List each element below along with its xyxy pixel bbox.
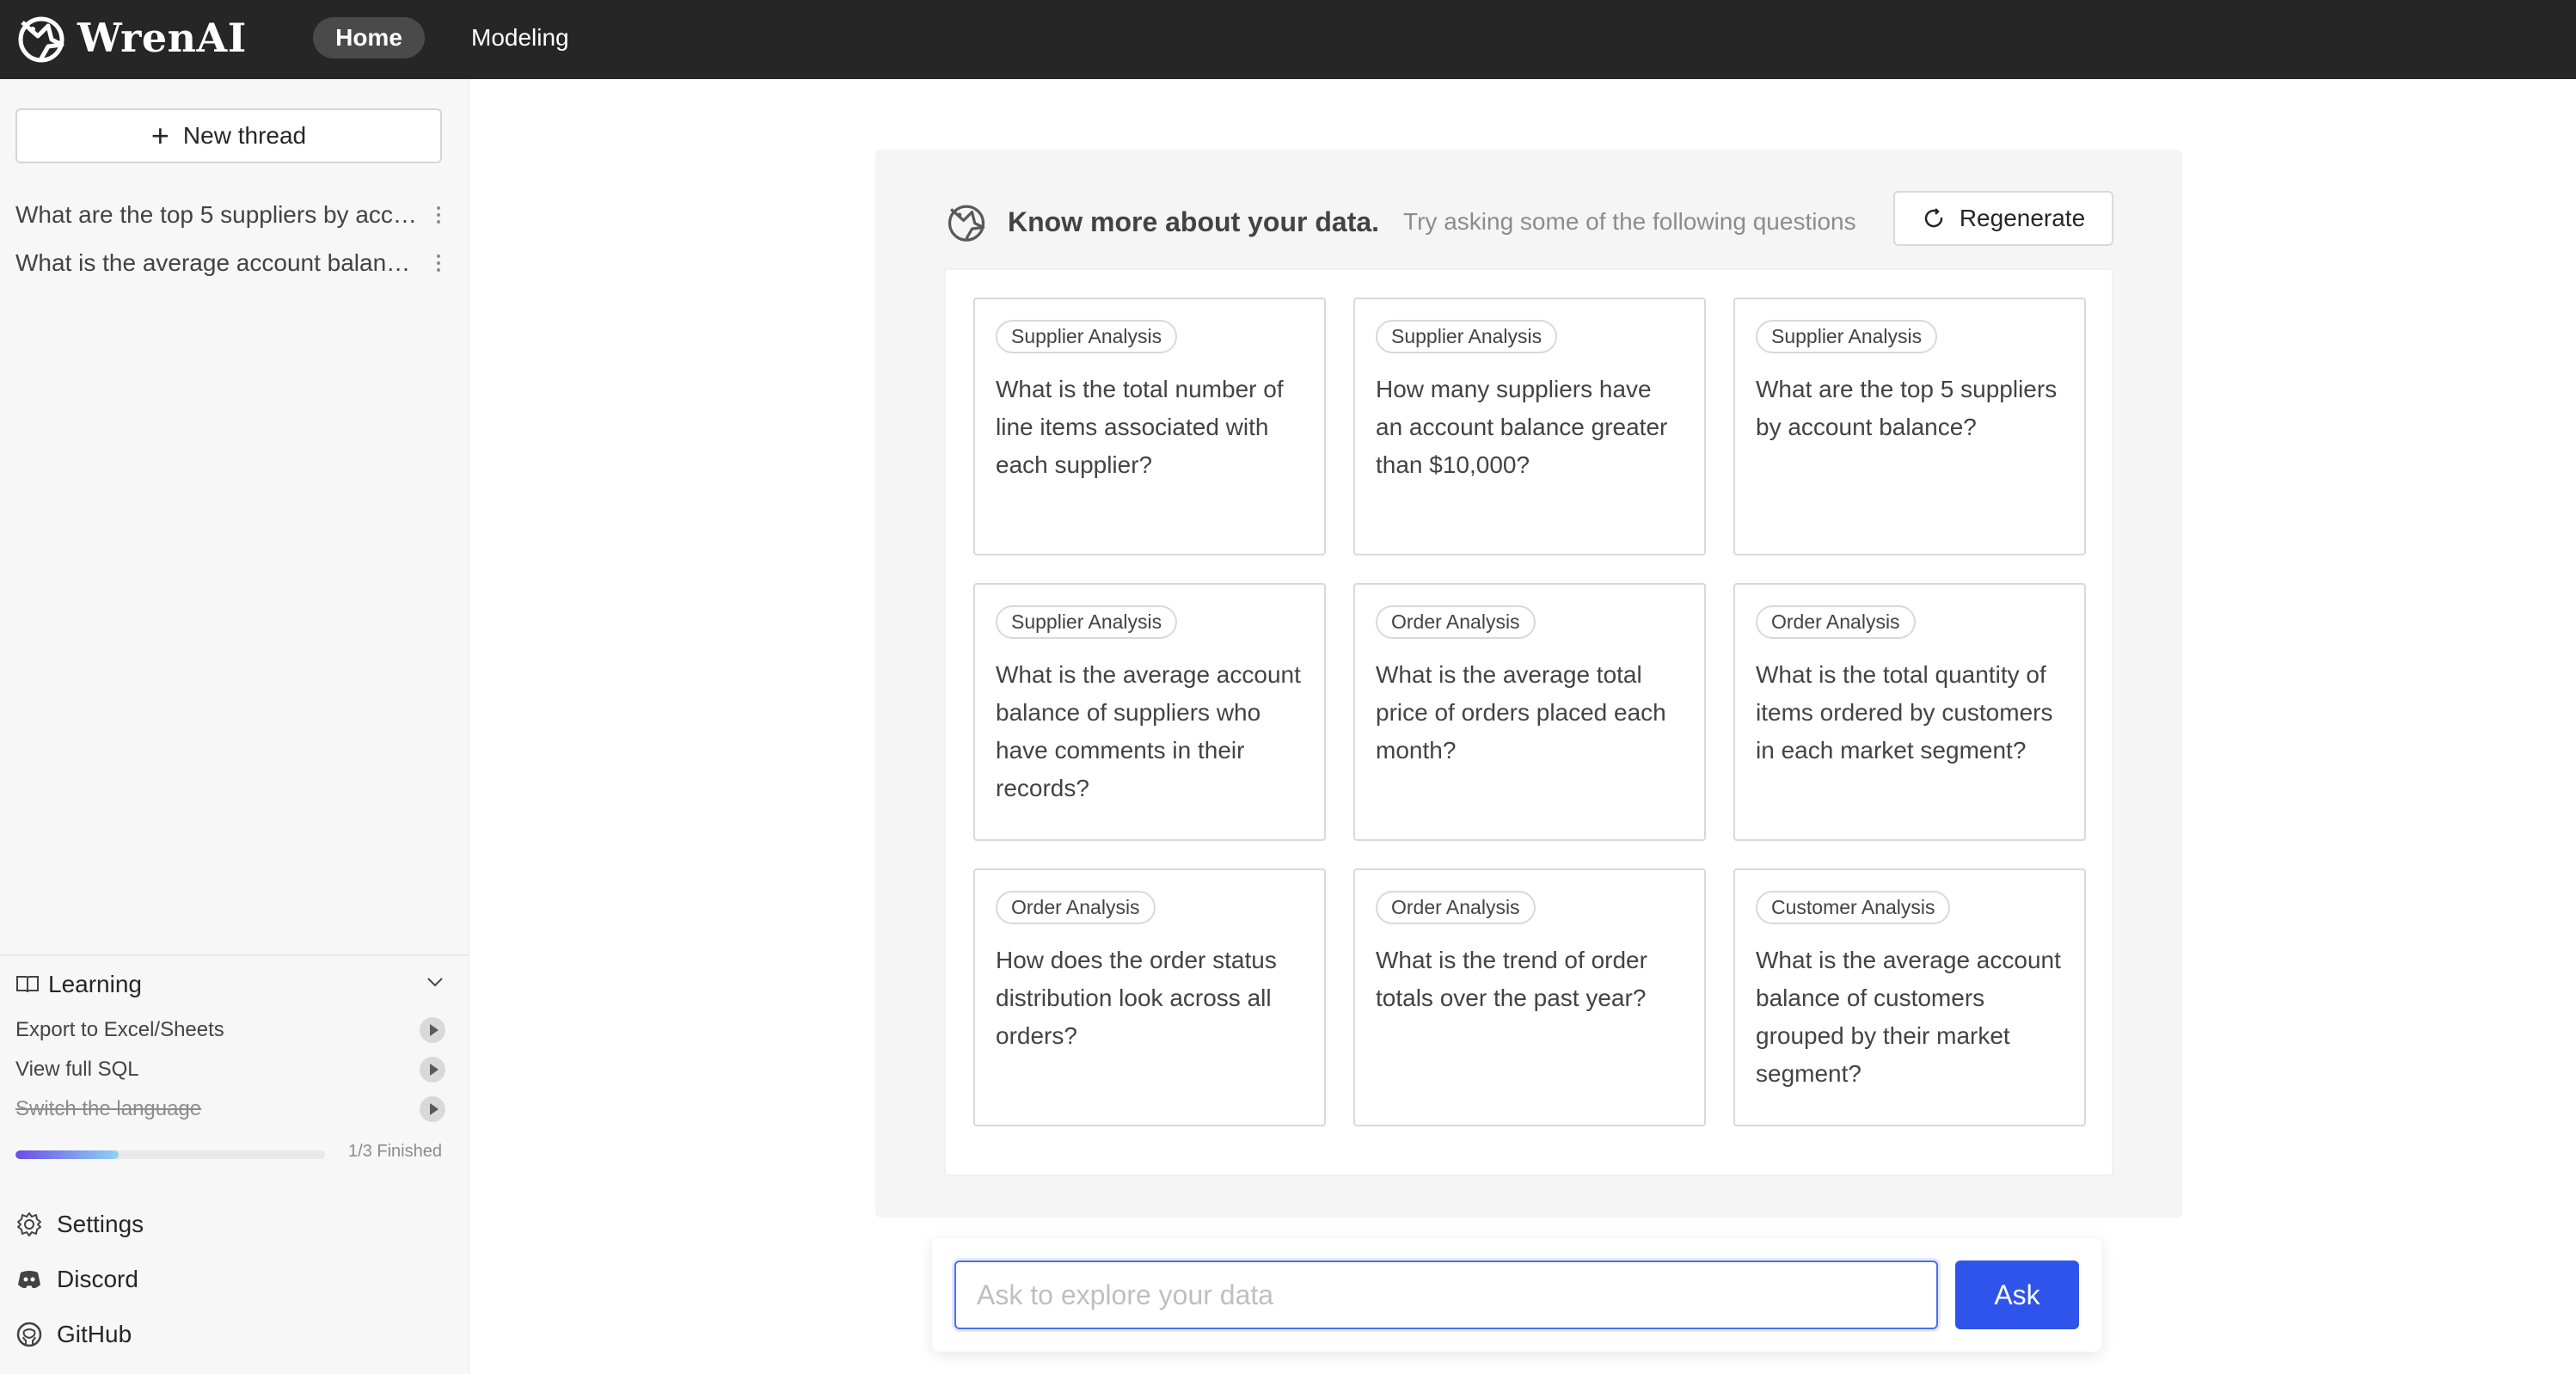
divider xyxy=(0,954,469,956)
question-card[interactable]: Order Analysis What is the total quantit… xyxy=(1733,583,2086,841)
question-text: What is the average account balance of c… xyxy=(1756,947,2061,1087)
panel-header: Know more about your data. Try asking so… xyxy=(944,194,1856,249)
question-card[interactable]: Order Analysis How does the order status… xyxy=(973,868,1326,1126)
thread-title: What are the top 5 suppliers by account … xyxy=(15,201,420,228)
play-icon[interactable] xyxy=(420,1096,445,1122)
discord-link[interactable]: Discord xyxy=(15,1259,138,1300)
learning-item-label: Export to Excel/Sheets xyxy=(15,1018,224,1041)
gear-icon xyxy=(17,1212,41,1236)
category-tag: Supplier Analysis xyxy=(1756,320,1938,353)
panel-subtitle: Try asking some of the following questio… xyxy=(1403,208,1856,235)
question-text: How does the order status distribution l… xyxy=(996,947,1277,1049)
question-text: How many suppliers have an account balan… xyxy=(1376,376,1668,478)
question-card[interactable]: Supplier Analysis What is the total numb… xyxy=(973,297,1326,555)
learning-progress-label: 1/3 Finished xyxy=(348,1142,442,1161)
category-tag: Supplier Analysis xyxy=(996,605,1178,639)
learning-item[interactable]: View full SQL xyxy=(15,1052,445,1087)
regenerate-button[interactable]: Regenerate xyxy=(1893,191,2113,246)
new-thread-label: New thread xyxy=(182,122,307,149)
more-options-icon[interactable] xyxy=(432,255,445,272)
play-icon[interactable] xyxy=(420,1017,445,1043)
recommended-questions-panel: Know more about your data. Try asking so… xyxy=(875,150,2182,1218)
learning-item-label: Switch the language xyxy=(15,1097,202,1120)
nav-tab-modeling[interactable]: Modeling xyxy=(471,17,569,58)
question-card[interactable]: Order Analysis What is the trend of orde… xyxy=(1353,868,1706,1126)
thread-title: What is the average account balance of s… xyxy=(15,249,420,276)
category-tag: Supplier Analysis xyxy=(1376,320,1558,353)
book-icon xyxy=(16,976,39,993)
app-name: WrenAI xyxy=(77,15,247,61)
discord-label: Discord xyxy=(57,1266,138,1292)
panel-title: Know more about your data. xyxy=(1008,205,1380,237)
sidebar: + New thread What are the top 5 supplier… xyxy=(0,79,469,1374)
question-card[interactable]: Supplier Analysis What are the top 5 sup… xyxy=(1733,297,2086,555)
play-icon[interactable] xyxy=(420,1057,445,1083)
category-tag: Order Analysis xyxy=(1376,891,1536,924)
settings-link[interactable]: Settings xyxy=(15,1204,144,1245)
learning-item-label: View full SQL xyxy=(15,1058,139,1081)
wren-bird-icon xyxy=(948,205,985,242)
discord-icon xyxy=(18,1271,40,1289)
category-tag: Supplier Analysis xyxy=(996,320,1178,353)
questions-grid: Supplier Analysis What is the total numb… xyxy=(944,268,2113,1176)
question-card[interactable]: Customer Analysis What is the average ac… xyxy=(1733,868,2086,1126)
question-card[interactable]: Order Analysis What is the average total… xyxy=(1353,583,1706,841)
learning-item[interactable]: Export to Excel/Sheets xyxy=(15,1013,445,1047)
category-tag: Order Analysis xyxy=(1756,605,1916,639)
new-thread-button[interactable]: + New thread xyxy=(15,108,442,163)
reload-icon xyxy=(1924,208,1943,228)
learning-progress-fill xyxy=(15,1150,119,1159)
question-text: What is the trend of order totals over t… xyxy=(1376,947,1647,1011)
question-text: What is the total number of line items a… xyxy=(996,376,1284,478)
learning-section-header[interactable]: Learning xyxy=(15,963,445,1006)
question-text: What is the total quantity of items orde… xyxy=(1756,661,2053,764)
question-text: What is the average total price of order… xyxy=(1376,661,1666,764)
thread-item[interactable]: What are the top 5 suppliers by account … xyxy=(15,194,445,236)
ask-input[interactable] xyxy=(954,1261,1938,1329)
github-icon xyxy=(16,1322,42,1347)
regenerate-label: Regenerate xyxy=(1959,205,2086,231)
question-text: What is the average account balance of s… xyxy=(996,661,1301,801)
nav-tab-home[interactable]: Home xyxy=(313,17,425,58)
ask-button[interactable]: Ask xyxy=(1955,1261,2079,1329)
learning-item[interactable]: Switch the language xyxy=(15,1092,445,1126)
category-tag: Order Analysis xyxy=(1376,605,1536,639)
settings-label: Settings xyxy=(57,1211,144,1237)
github-label: GitHub xyxy=(57,1321,132,1347)
thread-item[interactable]: What is the average account balance of s… xyxy=(15,242,445,284)
ask-bar: Ask xyxy=(932,1238,2101,1352)
learning-progress-bar xyxy=(15,1150,325,1159)
category-tag: Customer Analysis xyxy=(1756,891,1951,924)
wren-bird-icon xyxy=(18,16,64,63)
github-link[interactable]: GitHub xyxy=(15,1314,132,1355)
question-card[interactable]: Supplier Analysis How many suppliers hav… xyxy=(1353,297,1706,555)
question-card[interactable]: Supplier Analysis What is the average ac… xyxy=(973,583,1326,841)
learning-title: Learning xyxy=(48,971,142,997)
plus-icon: + xyxy=(150,118,169,153)
chevron-down-icon[interactable] xyxy=(425,971,445,998)
wrenai-logo[interactable]: WrenAI xyxy=(14,10,247,65)
top-nav-bar: WrenAI Home Modeling xyxy=(0,0,2576,79)
question-text: What are the top 5 suppliers by account … xyxy=(1756,376,2058,440)
more-options-icon[interactable] xyxy=(432,206,445,224)
category-tag: Order Analysis xyxy=(996,891,1156,924)
